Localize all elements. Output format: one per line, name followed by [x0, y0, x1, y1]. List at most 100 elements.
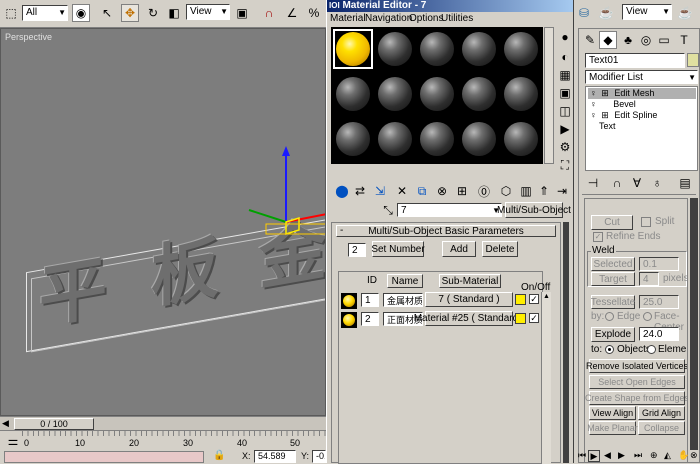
select-region-icon[interactable]: ⬚	[2, 4, 20, 22]
zoom-extents-icon[interactable]: ⊕	[650, 450, 658, 461]
scale-icon[interactable]: ◧	[165, 4, 183, 22]
y-coord-field[interactable]: -0.	[312, 450, 326, 463]
weld-threshold-field[interactable]: 0.1	[639, 257, 679, 271]
sample-slot[interactable]	[501, 119, 541, 159]
collapse-button[interactable]: Collapse	[638, 421, 685, 435]
perspective-viewport[interactable]: Perspective 平 板 金	[0, 28, 326, 416]
modify-tab-icon[interactable]: ◆	[599, 31, 617, 49]
sample-slot[interactable]	[417, 119, 457, 159]
weld-target-button[interactable]: Target	[591, 272, 635, 286]
sample-slot[interactable]	[375, 119, 415, 159]
previous-frame-icon[interactable]: ◀	[604, 450, 611, 461]
menu-options[interactable]: Options	[409, 13, 443, 25]
configure-sets-icon[interactable]: ▤	[676, 174, 694, 192]
move-icon[interactable]: ✥	[121, 4, 139, 22]
material-type-button[interactable]: Multi/Sub-Object	[497, 202, 571, 218]
submaterial-swatch[interactable]	[341, 293, 357, 309]
explode-angle-field[interactable]: 24.0	[639, 327, 679, 341]
light-bulb-icon[interactable]: ♀	[590, 110, 597, 120]
show-end-result-icon[interactable]: ∩	[608, 174, 626, 192]
put-to-library-icon[interactable]: ⊞	[453, 182, 471, 200]
submaterial-id[interactable]: 2	[361, 312, 379, 326]
face-center-radio[interactable]	[643, 312, 652, 321]
material-editor-titlebar[interactable]: IOI Material Editor - 7	[327, 0, 573, 12]
field-of-view-icon[interactable]: ◭	[664, 450, 671, 461]
light-bulb-icon[interactable]: ♀	[590, 99, 597, 109]
split-checkbox[interactable]	[641, 217, 651, 227]
pick-material-icon[interactable]: ⤡	[379, 201, 397, 219]
sample-slot[interactable]	[501, 29, 541, 69]
time-slider[interactable]: ◀ 0 / 100	[0, 416, 326, 430]
angle-snap-icon[interactable]: ∠	[283, 4, 301, 22]
reference-coord-select[interactable]: View ▼	[186, 4, 230, 20]
grid-align-button[interactable]: Grid Align	[638, 406, 685, 420]
elements-radio[interactable]	[647, 345, 656, 354]
sample-slot[interactable]	[459, 74, 499, 114]
get-material-icon[interactable]: ⬤	[333, 182, 351, 200]
menu-utilities[interactable]: Utilities	[441, 13, 473, 25]
submaterial-onoff-checkbox[interactable]: ✓	[529, 313, 539, 323]
sample-slot[interactable]	[459, 29, 499, 69]
sample-type-icon[interactable]: ●	[556, 28, 574, 46]
transform-gizmo[interactable]	[231, 144, 326, 254]
make-unique-icon[interactable]: ⊗	[433, 182, 451, 200]
key-filter-icon[interactable]: ⚌	[4, 432, 22, 450]
quick-render-icon[interactable]: ☕	[597, 4, 615, 22]
selection-filter-select[interactable]: All ▼	[22, 5, 68, 21]
time-slider-prev[interactable]: ◀	[2, 418, 9, 429]
pan-icon[interactable]: ✋	[678, 450, 689, 461]
stack-item-edit-mesh[interactable]: ♀ ⊞ Edit Mesh	[588, 88, 696, 99]
play-icon[interactable]: ▶	[588, 450, 600, 462]
submaterial-button[interactable]: 7 ( Standard )	[425, 292, 513, 307]
refine-ends-checkbox[interactable]: ✓	[593, 232, 603, 242]
hierarchy-tab-icon[interactable]: ♣	[619, 31, 637, 49]
list-scrollbar[interactable]: ▲	[541, 292, 551, 464]
go-forward-icon[interactable]: ⇥	[553, 182, 571, 200]
background-icon[interactable]: ▦	[556, 66, 574, 84]
select-by-material-icon[interactable]: ⛶	[556, 156, 574, 174]
menu-material[interactable]: Material	[330, 13, 366, 25]
cut-button[interactable]: Cut	[591, 215, 633, 230]
stack-item-edit-spline[interactable]: ♀ ⊞ Edit Spline	[588, 110, 696, 121]
x-coord-field[interactable]: 54.589	[254, 450, 296, 463]
submaterial-id[interactable]: 1	[361, 293, 379, 307]
sample-slot[interactable]	[333, 74, 373, 114]
create-shape-from-edges-button[interactable]: Create Shape from Edges	[585, 391, 687, 405]
show-map-icon[interactable]: ⬡	[497, 182, 515, 200]
rotate-icon[interactable]: ↻	[144, 4, 162, 22]
tessellate-button[interactable]: Tessellate	[591, 295, 635, 309]
make-planar-button[interactable]: Make Planar	[587, 421, 638, 435]
sample-slot[interactable]	[459, 119, 499, 159]
sample-slots-scrollbar[interactable]	[544, 27, 554, 164]
render-type-select[interactable]: View ▼	[622, 4, 672, 20]
weld-selected-button[interactable]: Selected	[591, 257, 635, 271]
sample-uv-icon[interactable]: ▣	[556, 84, 574, 102]
sample-slot[interactable]	[333, 29, 373, 69]
menu-navigation[interactable]: Navigation	[365, 13, 412, 25]
make-copy-icon[interactable]: ⧉	[413, 182, 431, 200]
submaterial-button[interactable]: Material #25 ( Standard )	[414, 311, 524, 326]
go-to-parent-icon[interactable]: ⇑	[535, 182, 553, 200]
show-end-result-icon[interactable]: ▥	[517, 182, 535, 200]
select-open-edges-button[interactable]: Select Open Edges	[589, 375, 685, 389]
sample-slot[interactable]	[375, 29, 415, 69]
objects-radio[interactable]	[605, 345, 614, 354]
sample-slot[interactable]	[333, 119, 373, 159]
material-count-field[interactable]: 2	[348, 243, 366, 257]
submaterial-swatch[interactable]	[341, 312, 357, 328]
submaterial-color[interactable]	[515, 294, 526, 305]
set-number-button[interactable]: Set Number	[371, 241, 425, 257]
make-unique-icon[interactable]: ∀	[628, 174, 646, 192]
expand-icon[interactable]: ⊞	[601, 110, 609, 120]
editor-scrollbar[interactable]	[563, 222, 569, 463]
pin-stack-icon[interactable]: ⊣	[584, 174, 602, 192]
expand-icon[interactable]: ⊞	[601, 88, 609, 98]
assign-to-selection-icon[interactable]: ⇲	[371, 182, 389, 200]
go-to-end-icon[interactable]: ⏭	[634, 450, 642, 461]
sample-slot[interactable]	[375, 74, 415, 114]
remove-isolated-vertices-button[interactable]: Remove Isolated Vertices	[586, 359, 687, 373]
backlight-icon[interactable]: ◐	[556, 48, 574, 66]
select-object-icon[interactable]: ↖	[98, 4, 116, 22]
submaterial-onoff-checkbox[interactable]: ✓	[529, 294, 539, 304]
rollout-header[interactable]: - Multi/Sub-Object Basic Parameters	[336, 225, 556, 237]
